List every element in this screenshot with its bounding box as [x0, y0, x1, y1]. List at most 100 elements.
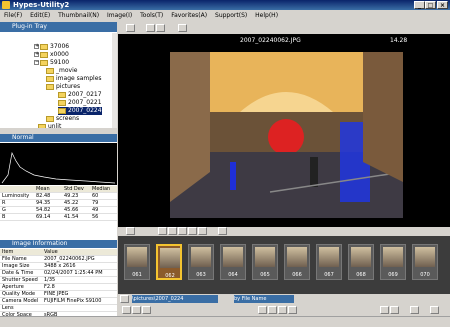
folder-icon: [58, 99, 66, 106]
image-info-title: Image Information: [12, 240, 68, 247]
collapse-icon[interactable]: −: [34, 60, 39, 65]
tool-button[interactable]: [430, 306, 439, 314]
rotate-left-button[interactable]: [158, 227, 167, 235]
menu-file[interactable]: File(F): [4, 12, 22, 19]
menu-favorites[interactable]: Favorites(A): [171, 12, 207, 19]
thumbnail-view-button[interactable]: [156, 24, 165, 32]
folder-icon: [46, 75, 54, 82]
folder-icon: [40, 51, 48, 58]
thumbnail[interactable]: 064: [220, 244, 246, 280]
tree-node[interactable]: + x0000: [34, 51, 69, 59]
stats-row: Luminosity 82.48 49.23 60: [0, 193, 117, 200]
tree-scrollbar[interactable]: [112, 33, 117, 128]
menu-bar: File(F) Edit(E) Thumbnail(N) Image(I) To…: [0, 11, 450, 21]
tree-node[interactable]: +37006: [34, 43, 69, 51]
info-row: Shutter Speed 1/35: [0, 277, 117, 284]
thumbnail[interactable]: 067: [316, 244, 342, 280]
plugin-tray-header[interactable]: Plug-in Tray: [0, 22, 117, 32]
histogram-header: Normal: [0, 134, 117, 142]
tree-node-selected[interactable]: 2007_0224: [58, 107, 102, 115]
info-row: File Name 2007_02240062.JPG: [0, 256, 117, 263]
info-row: Camera Model FUJIFILM FinePix S9100: [0, 298, 117, 305]
rotate-right-button[interactable]: [168, 227, 177, 235]
play-button[interactable]: [278, 306, 287, 314]
folder-icon: [58, 91, 66, 98]
tree-node[interactable]: −59100: [34, 59, 69, 67]
folder-icon: [46, 115, 54, 122]
info-row: Date & Time 02/24/2007 1:25:44 PM: [0, 270, 117, 277]
tree-node[interactable]: screens: [46, 115, 79, 123]
folder-icon: [58, 107, 66, 114]
expand-icon[interactable]: +: [34, 44, 39, 49]
tool-button[interactable]: [132, 306, 141, 314]
app-icon: [2, 1, 10, 9]
zoom-in-button[interactable]: [178, 227, 187, 235]
filmstrip-view-button[interactable]: [178, 24, 187, 32]
menu-thumbnail[interactable]: Thumbnail(N): [58, 12, 99, 19]
tree-node[interactable]: image samples: [46, 75, 102, 83]
thumbnail-selected[interactable]: 062: [156, 244, 182, 280]
fit-button[interactable]: [198, 227, 207, 235]
thumbnail[interactable]: 068: [348, 244, 374, 280]
folder-tree: +37006 + x0000 −59100 _movie image sample…: [0, 33, 112, 128]
tool-button[interactable]: [390, 306, 399, 314]
single-view-button[interactable]: [126, 24, 135, 32]
tool-button[interactable]: [410, 306, 419, 314]
info-row: Aperture F2.8: [0, 284, 117, 291]
stats-row: G 54.82 45.66 49: [0, 207, 117, 214]
thumbnail[interactable]: 066: [284, 244, 310, 280]
path-combo[interactable]: \pictures\2007_0224: [132, 295, 218, 303]
first-button[interactable]: [258, 306, 267, 314]
prev-image-button[interactable]: [126, 227, 135, 235]
thumbnail[interactable]: 070: [412, 244, 438, 280]
thumbnail-strip: 061 062 063 064 065 066 067 068 069 070: [118, 236, 450, 294]
info-row: Lens: [0, 305, 117, 312]
folder-icon: [46, 67, 54, 74]
menu-help[interactable]: Help(H): [255, 12, 278, 19]
thumbnail[interactable]: 069: [380, 244, 406, 280]
next-button[interactable]: [288, 306, 297, 314]
stats-row: B 69.14 41.54 56: [0, 214, 117, 221]
prev-button[interactable]: [268, 306, 277, 314]
info-row: Image Size 3488 x 2616: [0, 263, 117, 270]
tool-button[interactable]: [122, 306, 131, 314]
fullscreen-button[interactable]: [218, 227, 227, 235]
menu-image[interactable]: Image(I): [107, 12, 132, 19]
stats-table: Mean Std Dev Median Luminosity 82.48 49.23…: [0, 186, 117, 234]
zoom-out-button[interactable]: [188, 227, 197, 235]
view-toolbar: [118, 22, 450, 34]
stats-header-row: Mean Std Dev Median: [0, 186, 117, 193]
title-bar: Hypes-Utility2 _ □ ×: [0, 0, 450, 10]
tree-node[interactable]: 2007_0217: [58, 91, 102, 99]
window-title: Hypes-Utility2: [13, 1, 70, 9]
stats-row: R 94.35 45.22 79: [0, 200, 117, 207]
image-info-table: Item Value File Name 2007_02240062.JPG Ima…: [0, 249, 117, 326]
menu-support[interactable]: Support(S): [215, 12, 247, 19]
menu-tools[interactable]: Tools(T): [140, 12, 163, 19]
folder-icon: [40, 59, 48, 66]
maximize-button[interactable]: □: [425, 1, 436, 9]
folder-icon: [40, 43, 48, 50]
split-view-button[interactable]: [146, 24, 155, 32]
up-folder-button[interactable]: [120, 295, 129, 303]
tool-button[interactable]: [380, 306, 389, 314]
thumbnail[interactable]: 061: [124, 244, 150, 280]
tool-button[interactable]: [142, 306, 151, 314]
image-counter: 14.28: [390, 37, 408, 44]
expand-icon[interactable]: +: [34, 52, 39, 57]
menu-edit[interactable]: Edit(E): [30, 12, 50, 19]
path-bar: \pictures\2007_0224 by File Name: [118, 294, 450, 304]
plugin-tray-label: Plug-in Tray: [12, 23, 47, 30]
sort-combo[interactable]: by File Name: [234, 295, 294, 303]
image-filename: 2007_02240062.JPG: [240, 37, 301, 44]
minimize-button[interactable]: _: [414, 1, 425, 9]
histogram-mode[interactable]: Normal: [12, 134, 34, 141]
bottom-toolbar: [118, 304, 450, 316]
tree-node[interactable]: pictures: [46, 83, 80, 91]
histogram-chart: [0, 143, 117, 185]
close-button[interactable]: ×: [437, 1, 448, 9]
thumbnail[interactable]: 065: [252, 244, 278, 280]
thumbnail[interactable]: 063: [188, 244, 214, 280]
tree-node[interactable]: 2007_0221: [58, 99, 102, 107]
tree-node[interactable]: _movie: [46, 67, 77, 75]
